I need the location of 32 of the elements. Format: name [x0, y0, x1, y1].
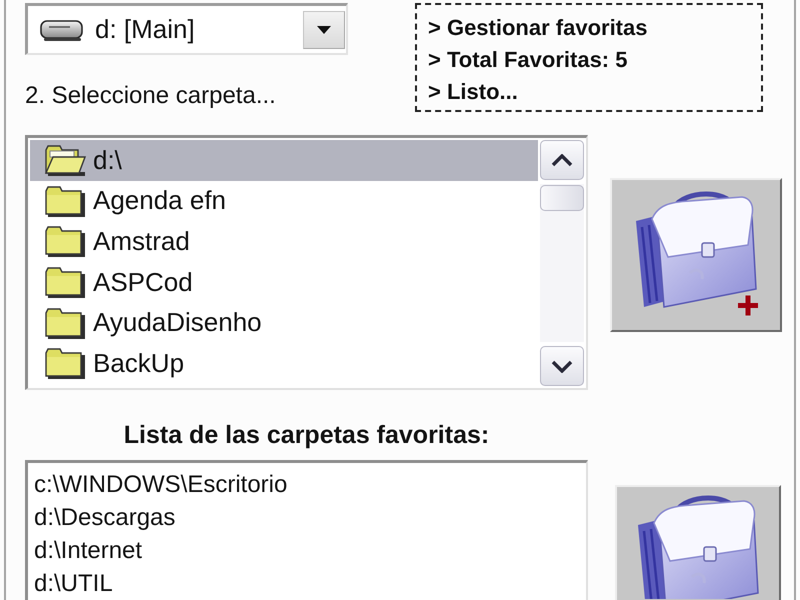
folder-icon — [44, 224, 86, 258]
add-favorite-button[interactable] — [610, 178, 782, 332]
folder-item[interactable]: d:\ — [30, 140, 538, 181]
folder-item[interactable]: BackUp — [30, 342, 538, 384]
status-line: > Gestionar favoritas — [428, 14, 648, 42]
chevron-up-icon — [551, 154, 573, 166]
open-folder-icon — [44, 143, 86, 178]
dropdown-button[interactable] — [303, 10, 345, 48]
favorites-title: Lista de las carpetas favoritas: — [122, 420, 490, 450]
scroll-up-button[interactable] — [540, 140, 584, 180]
caret-down-icon — [317, 26, 331, 34]
status-line: > Listo... — [428, 78, 519, 106]
folder-item[interactable]: AyudaDisenho — [30, 302, 538, 343]
folder-prompt: 2. Seleccione carpeta... — [25, 81, 277, 111]
folder-icon — [44, 265, 86, 300]
folder-icon — [44, 306, 86, 340]
scroll-down-button[interactable] — [540, 346, 584, 386]
folder-icon — [44, 184, 86, 218]
favorite-item[interactable]: d:\Internet — [34, 534, 586, 567]
folder-item[interactable]: Agenda efn — [30, 180, 538, 222]
drive-icon — [40, 18, 84, 40]
folder-icon — [44, 346, 86, 380]
status-line: > Total Favoritas: 5 — [428, 46, 628, 74]
scrollbar-thumb[interactable] — [540, 185, 584, 211]
folder-item[interactable]: ASPCod — [30, 262, 538, 302]
favorite-item[interactable]: d:\UTIL — [34, 567, 586, 600]
drive-select[interactable]: d: [Main] — [25, 3, 348, 55]
folder-item[interactable]: Amstrad — [30, 221, 538, 262]
chevron-down-icon — [551, 360, 573, 372]
briefcase-button[interactable] — [615, 485, 781, 600]
favorite-item[interactable]: d:\Descargas — [34, 501, 586, 534]
favorite-item[interactable]: c:\WINDOWS\Escritorio — [34, 468, 586, 501]
